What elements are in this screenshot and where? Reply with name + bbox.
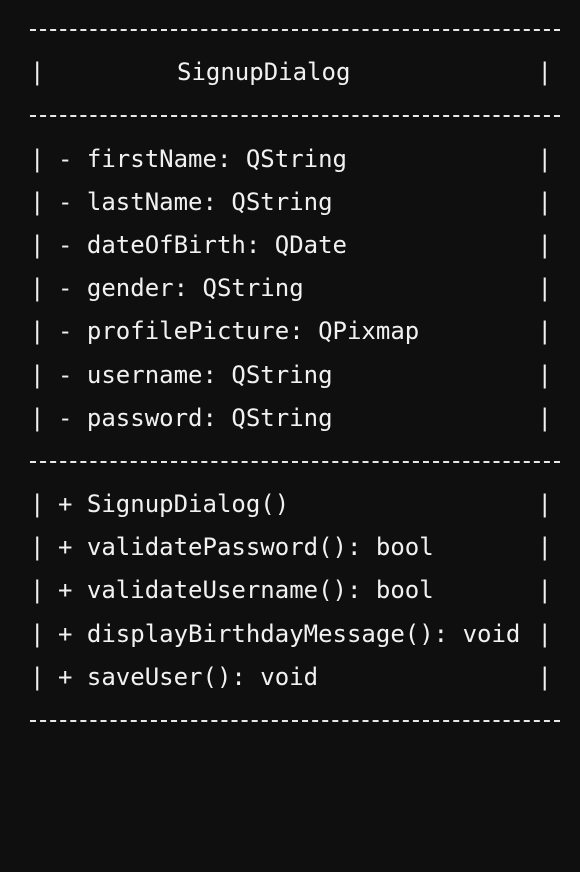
attribute: - dateOfBirth: QDate <box>58 230 347 259</box>
right-border: | <box>537 274 552 303</box>
left-border: | <box>30 187 45 216</box>
attribute: - username: QString <box>58 360 333 389</box>
attribute: - password: QString <box>58 403 333 432</box>
left-border: | <box>30 533 45 562</box>
attribute: - gender: QString <box>58 274 304 303</box>
attribute-row: | - gender: QString | <box>30 267 560 310</box>
left-border: | <box>30 360 45 389</box>
left-border: | <box>30 230 45 259</box>
right-border: | <box>537 187 552 216</box>
left-border: | <box>30 490 45 519</box>
right-border: | <box>537 533 552 562</box>
attribute-row: | - password: QString | <box>30 397 560 440</box>
left-border: | <box>30 662 45 691</box>
method-row: | + SignupDialog() | <box>30 483 560 526</box>
right-border: | <box>537 403 552 432</box>
attributes-separator <box>30 440 560 483</box>
right-border: | <box>537 317 552 346</box>
attribute-row: | - lastName: QString | <box>30 181 560 224</box>
top-separator <box>30 8 560 51</box>
left-border: | <box>30 58 45 87</box>
method: + validatePassword(): bool <box>58 533 434 562</box>
class-name: SignupDialog <box>177 58 351 87</box>
method-row: | + saveUser(): void | <box>30 656 560 699</box>
method: + SignupDialog() <box>58 490 290 519</box>
right-border: | <box>537 490 552 519</box>
class-name-row: | SignupDialog | <box>30 51 560 94</box>
right-border: | <box>537 58 552 87</box>
left-border: | <box>30 274 45 303</box>
attribute-row: | - firstName: QString | <box>30 138 560 181</box>
uml-class-diagram: | SignupDialog | | - firstName: QString … <box>30 8 560 742</box>
right-border: | <box>537 360 552 389</box>
attribute: - profilePicture: QPixmap <box>58 317 420 346</box>
attribute-row: | - profilePicture: QPixmap | <box>30 310 560 353</box>
attribute: - lastName: QString <box>58 187 333 216</box>
method: + saveUser(): void <box>58 662 319 691</box>
right-border: | <box>537 230 552 259</box>
attribute-row: | - dateOfBirth: QDate | <box>30 224 560 267</box>
right-border: | <box>537 576 552 605</box>
left-border: | <box>30 619 45 648</box>
left-border: | <box>30 144 45 173</box>
left-border: | <box>30 403 45 432</box>
left-border: | <box>30 317 45 346</box>
method: + validateUsername(): bool <box>58 576 434 605</box>
method: + displayBirthdayMessage(): void <box>58 619 521 648</box>
method-row: | + validateUsername(): bool | <box>30 569 560 612</box>
bottom-separator <box>30 699 560 742</box>
header-separator <box>30 94 560 137</box>
right-border: | <box>537 619 552 648</box>
attribute-row: | - username: QString | <box>30 354 560 397</box>
attribute: - firstName: QString <box>58 144 347 173</box>
left-border: | <box>30 576 45 605</box>
method-row: | + displayBirthdayMessage(): void | <box>30 613 560 656</box>
right-border: | <box>537 144 552 173</box>
method-row: | + validatePassword(): bool | <box>30 526 560 569</box>
right-border: | <box>537 662 552 691</box>
